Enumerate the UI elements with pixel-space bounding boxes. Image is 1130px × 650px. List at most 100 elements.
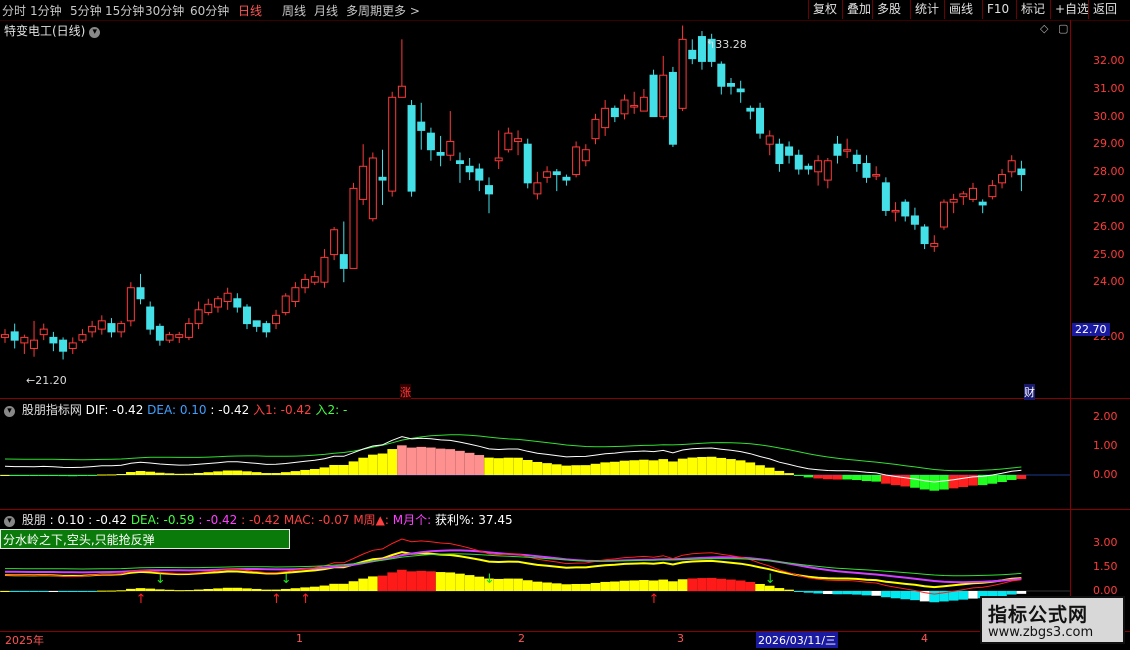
histogram-bar — [464, 452, 475, 475]
candle-body — [591, 118, 600, 140]
candle-body — [901, 201, 910, 217]
candle-body — [194, 309, 203, 325]
histogram-bar — [280, 472, 291, 475]
candle — [581, 144, 590, 167]
histogram-bar — [629, 580, 639, 591]
histogram-bar — [58, 591, 68, 592]
histogram-bar — [881, 475, 891, 484]
histogram-bar — [774, 588, 785, 591]
dea-line — [4, 434, 1022, 472]
histogram-bar — [668, 461, 678, 475]
candle — [446, 111, 455, 161]
histogram-bar — [900, 475, 911, 487]
histogram-bar — [19, 591, 30, 592]
histogram-bar — [803, 591, 814, 593]
toolbar-button[interactable]: 统计 — [910, 0, 943, 19]
candle — [213, 296, 222, 313]
histogram-bar — [319, 585, 330, 591]
candle-body — [213, 298, 222, 308]
candle — [349, 182, 358, 269]
histogram-bar — [106, 474, 117, 476]
candle — [785, 141, 794, 164]
candle — [407, 100, 416, 197]
period-tab[interactable]: 更多 > — [382, 2, 420, 19]
histogram-bar — [213, 588, 223, 591]
candle-body — [184, 323, 193, 338]
marker-cai[interactable]: 财 — [1024, 384, 1035, 400]
histogram-bar — [19, 475, 30, 476]
candle-body — [146, 306, 155, 330]
candle-body — [446, 140, 455, 156]
toolbar-button[interactable]: +自选 — [1050, 0, 1093, 19]
candle — [552, 169, 561, 192]
candle — [10, 323, 19, 349]
histogram-bar — [135, 471, 146, 475]
toolbar-button[interactable]: 复权 — [808, 0, 841, 19]
toolbar-button[interactable]: 叠加 — [842, 0, 875, 19]
histogram-bar — [309, 586, 320, 591]
candle-body — [378, 176, 387, 181]
histogram-bar — [755, 465, 765, 475]
current-price-tag: 22.70 — [1072, 323, 1110, 336]
histogram-bar — [416, 446, 427, 475]
period-tab[interactable]: 5分钟 — [70, 2, 102, 19]
histogram-bar — [503, 457, 514, 475]
candle — [475, 163, 484, 192]
candlestick-chart[interactable] — [0, 20, 1070, 400]
candle-body — [969, 187, 977, 200]
candle-body — [107, 323, 116, 333]
candle-body — [717, 63, 726, 87]
candle — [920, 224, 929, 250]
toolbar-button[interactable]: 多股 — [872, 0, 905, 19]
period-tab[interactable]: 日线 — [238, 2, 262, 19]
period-tab[interactable]: 30分钟 — [145, 2, 184, 19]
candle-body — [281, 295, 290, 314]
candle-body — [426, 132, 435, 151]
toolbar-button[interactable]: F10 — [982, 0, 1013, 19]
candle — [426, 127, 435, 161]
candle — [872, 166, 881, 181]
candle-body — [543, 171, 552, 178]
marker-zhang[interactable]: 涨 — [400, 384, 411, 400]
candle — [184, 318, 193, 341]
period-tab[interactable]: 多周期 — [346, 2, 382, 19]
period-tab[interactable]: 分时 — [2, 2, 26, 19]
candle — [697, 31, 706, 70]
histogram-bar — [735, 460, 746, 475]
candle-body — [794, 154, 803, 170]
candle-body — [233, 298, 242, 308]
histogram-bar — [871, 475, 881, 482]
toolbar-button[interactable]: 画线 — [944, 0, 977, 19]
histogram-bar — [48, 475, 59, 476]
period-tab[interactable]: 月线 — [314, 2, 338, 19]
candle — [852, 149, 861, 172]
candle-body — [97, 320, 106, 330]
period-tab[interactable]: 1分钟 — [30, 2, 62, 19]
histogram-bar — [155, 472, 165, 475]
period-tab[interactable]: 15分钟 — [105, 2, 144, 19]
histogram-bar — [232, 470, 243, 475]
histogram-bar — [290, 588, 301, 591]
y-tick-label: 25.00 — [1093, 247, 1125, 261]
x-axis-label: 3 — [677, 632, 684, 645]
y-tick-label: 29.00 — [1093, 137, 1125, 151]
histogram-bar — [213, 471, 223, 475]
candle — [59, 337, 68, 360]
candle-body — [872, 174, 881, 177]
toolbar-button[interactable]: 标记 — [1016, 0, 1049, 19]
histogram-bar — [832, 591, 843, 595]
histogram-bar — [290, 471, 301, 475]
histogram-bar — [164, 589, 175, 591]
toolbar-button[interactable]: 返回 — [1088, 0, 1121, 19]
histogram-bar — [445, 449, 456, 475]
histogram-bar — [658, 579, 669, 591]
histogram-bar — [174, 590, 185, 592]
ind2-chart[interactable]: ↑ ↑ ↑ ↑ ↓ ↓ ↓ ↓ — [0, 509, 1070, 631]
period-tab[interactable]: 周线 — [282, 2, 306, 19]
histogram-bar — [561, 465, 572, 475]
candle — [1017, 160, 1026, 192]
period-tab[interactable]: 60分钟 — [190, 2, 229, 19]
histogram-bar — [348, 581, 359, 591]
ind1-chart[interactable] — [0, 399, 1070, 509]
candle — [988, 180, 997, 200]
